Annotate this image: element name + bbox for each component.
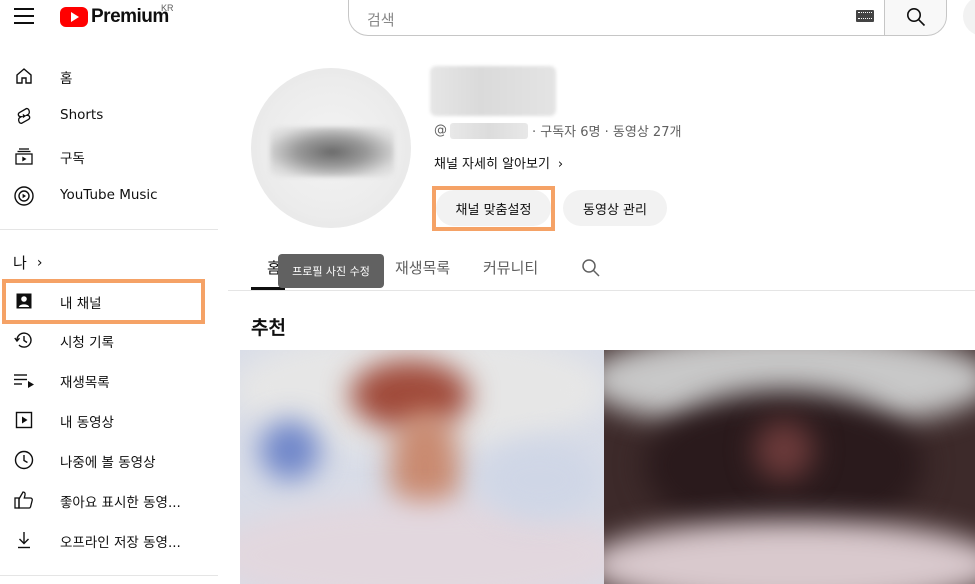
sidebar-item-downloads[interactable]: 오프라인 저장 동영... bbox=[0, 520, 218, 560]
sidebar-item-label: 시청 기록 bbox=[60, 335, 114, 351]
your-videos-icon bbox=[13, 410, 35, 430]
search-input[interactable]: 검색 bbox=[367, 9, 395, 30]
sidebar-item-liked-videos[interactable]: 좋아요 표시한 동영... bbox=[0, 480, 218, 520]
avatar-image-blurred bbox=[270, 127, 394, 177]
sidebar-item-label: YouTube Music bbox=[60, 187, 158, 203]
sidebar-item-label: 오프라인 저장 동영... bbox=[60, 535, 181, 551]
youtube-premium-logo[interactable]: Premium bbox=[60, 6, 169, 28]
search-button[interactable] bbox=[884, 0, 947, 36]
tab-playlists[interactable]: 재생목록 bbox=[395, 257, 450, 278]
tooltip-text: 프로필 사진 수정 bbox=[292, 265, 370, 278]
subscriptions-icon bbox=[13, 146, 35, 166]
shorts-icon bbox=[13, 106, 35, 126]
sidebar-item-label: 홈 bbox=[60, 71, 73, 87]
sidebar-divider bbox=[0, 229, 218, 230]
channel-handle-blurred bbox=[450, 122, 528, 139]
chevron-right-icon: › bbox=[557, 157, 564, 172]
region-code: KR bbox=[161, 3, 174, 13]
history-icon bbox=[13, 330, 35, 350]
keyboard-icon[interactable] bbox=[856, 10, 874, 22]
search-icon bbox=[907, 8, 926, 27]
playlists-icon bbox=[13, 370, 35, 390]
sidebar-item-watch-later[interactable]: 나중에 볼 동영상 bbox=[0, 440, 218, 480]
top-bar: Premium KR 검색 bbox=[0, 0, 975, 36]
sidebar-item-subscriptions[interactable]: 구독 bbox=[0, 136, 218, 176]
channel-stats: · 구독자 6명 · 동영상 27개 bbox=[532, 125, 682, 140]
sidebar-item-label: Shorts bbox=[60, 107, 104, 123]
sidebar-divider bbox=[0, 575, 218, 576]
chevron-right-icon: › bbox=[36, 254, 43, 271]
tab-community[interactable]: 커뮤니티 bbox=[483, 257, 538, 278]
tabs-divider bbox=[228, 290, 975, 291]
edit-profile-photo-tooltip: 프로필 사진 수정 bbox=[278, 254, 384, 288]
sidebar-item-home[interactable]: 홈 bbox=[0, 56, 218, 96]
channel-about-label: 채널 자세히 알아보기 bbox=[434, 157, 550, 172]
channel-about-link[interactable]: 채널 자세히 알아보기 › bbox=[434, 153, 563, 172]
sidebar-item-label: 내 동영상 bbox=[60, 415, 114, 431]
manage-videos-label: 동영상 관리 bbox=[583, 202, 647, 218]
sidebar-item-your-videos[interactable]: 내 동영상 bbox=[0, 400, 218, 440]
downloads-icon bbox=[13, 530, 35, 550]
me-label: 나 bbox=[13, 254, 27, 272]
channel-name-blurred bbox=[430, 66, 556, 116]
sidebar-me-header[interactable]: 나 › bbox=[13, 252, 42, 273]
sidebar-item-playlists[interactable]: 재생목록 bbox=[0, 360, 218, 400]
home-icon bbox=[13, 66, 35, 86]
liked-videos-icon bbox=[13, 490, 35, 510]
youtube-music-icon bbox=[13, 186, 35, 206]
menu-icon[interactable] bbox=[14, 8, 34, 24]
section-title: 추천 bbox=[251, 317, 286, 339]
youtube-logo-icon bbox=[60, 7, 88, 27]
sidebar-item-label: 나중에 볼 동영상 bbox=[60, 455, 156, 471]
your-channel-highlight-box bbox=[2, 279, 205, 324]
channel-meta: @ · 구독자 6명 · 동영상 27개 bbox=[434, 121, 681, 140]
watch-later-icon bbox=[13, 450, 35, 470]
sidebar-item-label: 구독 bbox=[60, 151, 85, 167]
video-thumbnail[interactable] bbox=[240, 350, 604, 584]
sidebar-item-shorts[interactable]: Shorts bbox=[0, 96, 218, 136]
handle-prefix: @ bbox=[434, 123, 447, 138]
logo-text: Premium bbox=[91, 6, 169, 27]
channel-search-icon[interactable] bbox=[581, 258, 601, 282]
search-box[interactable]: 검색 bbox=[348, 0, 884, 36]
video-thumbnail[interactable] bbox=[604, 350, 975, 584]
manage-videos-button[interactable]: 동영상 관리 bbox=[563, 190, 667, 226]
sidebar-item-label: 재생목록 bbox=[60, 375, 110, 391]
sidebar-item-label: 좋아요 표시한 동영... bbox=[60, 495, 181, 511]
sidebar-item-history[interactable]: 시청 기록 bbox=[0, 320, 218, 360]
sidebar-item-youtube-music[interactable]: YouTube Music bbox=[0, 176, 218, 216]
voice-search-button[interactable] bbox=[963, 0, 975, 36]
customize-channel-highlight-box bbox=[432, 186, 555, 231]
